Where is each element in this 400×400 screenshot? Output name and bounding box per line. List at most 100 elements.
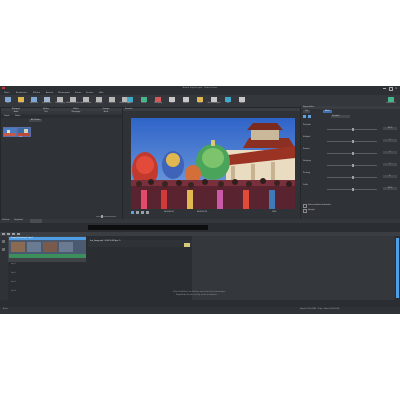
menu-file[interactable]: Datei — [4, 92, 9, 94]
property-value-input[interactable]: 100 % — [383, 127, 397, 130]
thumbnail-image — [4, 128, 16, 136]
checkbox-row[interactable]: Seitenverhältnis beibehalten — [303, 204, 398, 208]
close-icon[interactable]: × — [395, 86, 398, 90]
timeline-tool-icon[interactable] — [12, 233, 15, 235]
media-item-thumbnail[interactable] — [3, 127, 17, 137]
checkbox-row[interactable]: Spiegeln — [303, 209, 398, 213]
play-button[interactable] — [131, 211, 134, 214]
prop-tool-icon[interactable] — [303, 115, 306, 118]
next-frame-button[interactable] — [146, 211, 149, 214]
audio-button[interactable]: Audio — [236, 96, 248, 106]
save-button[interactable]: Speichern — [28, 96, 40, 106]
sound-button[interactable]: Ton — [222, 96, 234, 106]
menu-tools[interactable]: Extras — [75, 92, 81, 94]
tab-music[interactable]: Musik — [91, 111, 121, 114]
property-value-input[interactable]: 0 — [383, 151, 397, 154]
cut-button[interactable]: Ausschneiden — [80, 96, 92, 106]
properties-tabs: Clip Effekt — [301, 110, 400, 113]
subtab-videos[interactable]: Videos — [15, 115, 20, 118]
checkbox-icon[interactable] — [303, 204, 307, 208]
property-row: Kontrast 0 — [303, 148, 398, 155]
new-icon — [5, 97, 11, 102]
speed-button[interactable]: Geschwindigkeit — [207, 96, 221, 106]
delete-button[interactable]: Löschen — [106, 96, 118, 106]
export-file-icon — [44, 97, 50, 102]
timeline-mode-button[interactable] — [30, 219, 42, 223]
property-label: Größe — [303, 185, 308, 186]
cut-tool-button[interactable]: Schnitt — [180, 96, 192, 106]
import-icon — [127, 97, 133, 102]
track-lock-icon[interactable] — [2, 240, 5, 243]
property-slider-handle[interactable] — [352, 164, 354, 167]
media-item-thumbnail[interactable] — [17, 127, 31, 137]
property-slider-handle[interactable] — [352, 128, 354, 131]
effect-button[interactable]: Effekt — [138, 96, 150, 106]
property-value-input[interactable]: 0° — [383, 175, 397, 178]
property-value-input[interactable]: 0 — [383, 139, 397, 142]
property-value-input[interactable]: 100 % — [383, 187, 397, 190]
zoom-slider-handle[interactable] — [101, 215, 103, 218]
property-slider-handle[interactable] — [352, 152, 354, 155]
prop-tool-icon[interactable] — [308, 115, 311, 118]
tab-clip[interactable]: Clip — [303, 110, 311, 113]
video-clip-1-frames[interactable] — [9, 240, 86, 254]
track-label: Spur 3 — [11, 282, 16, 283]
export-button[interactable]: Exportieren — [385, 96, 397, 106]
property-slider-handle[interactable] — [352, 188, 354, 191]
previous-frame-button[interactable] — [141, 211, 144, 214]
timeline-tool-icon[interactable] — [7, 233, 10, 235]
timeline-ruler[interactable] — [88, 225, 208, 230]
menu-edit[interactable]: Bearbeiten — [16, 92, 27, 94]
zoom-level[interactable]: 100% — [272, 212, 277, 213]
stop-button[interactable] — [136, 211, 139, 214]
video-clip-2[interactable]: Fest_Umzug.mp4 – 00:00:15:08 (Spur 1) — [88, 240, 192, 247]
track-label: Spur 1 — [11, 264, 16, 265]
import-button[interactable]: Import — [124, 96, 136, 106]
menu-help[interactable]: Hilfe — [99, 92, 104, 94]
toolbar-label: Audio — [239, 103, 245, 104]
tab-timeline[interactable]: Zeitleiste — [2, 219, 9, 223]
tab-titles[interactable]: Titel — [31, 111, 61, 114]
timeline-scrollbar[interactable] — [396, 236, 399, 300]
redo-button[interactable]: Wiederherstellen — [66, 96, 80, 106]
menu-effects[interactable]: Effekte — [33, 92, 40, 94]
zoom-slider[interactable] — [96, 216, 116, 217]
title-button[interactable]: Titel — [166, 96, 178, 106]
export-file-button[interactable]: Exportieren — [41, 96, 53, 106]
cut-tool-icon — [183, 97, 189, 102]
transition-button[interactable]: Übergang — [152, 96, 164, 106]
timeline-tool-icon[interactable] — [17, 233, 20, 235]
property-row: Drehung 0° — [303, 172, 398, 179]
filter-label[interactable]: Alle Medien — [29, 119, 43, 122]
color-button[interactable]: Farbe — [194, 96, 206, 106]
menu-view[interactable]: Ansicht — [46, 92, 53, 94]
paste-button[interactable]: Einfügen — [93, 96, 105, 106]
menu-window[interactable]: Fenster — [86, 92, 93, 94]
properties-header: Eigenschaften — [301, 106, 400, 109]
audio-waveform[interactable] — [9, 254, 86, 258]
tab-transitions[interactable]: Übergänge — [61, 111, 91, 114]
property-label: Deckkraft — [303, 125, 311, 126]
minimize-icon[interactable] — [383, 88, 386, 89]
property-value-input[interactable]: 0 — [383, 163, 397, 166]
clip-frames-image — [9, 240, 86, 254]
timeline-tool-icon[interactable] — [2, 233, 5, 235]
property-slider-handle[interactable] — [352, 176, 354, 179]
sound-icon — [225, 97, 231, 102]
tab-effect[interactable]: Effekt — [323, 110, 332, 113]
subtab-project[interactable]: Projekt — [4, 115, 10, 118]
tab-audio[interactable]: Audio — [1, 111, 31, 114]
scrollbar-thumb[interactable] — [396, 238, 399, 298]
export-icon — [388, 97, 394, 102]
open-button[interactable]: Öffnen — [15, 96, 27, 106]
property-slider-handle[interactable] — [352, 140, 354, 143]
preset-dropdown[interactable]: Standard — [331, 115, 350, 118]
tab-storyboard[interactable]: Storyboard — [14, 219, 23, 223]
track-visibility-icon[interactable] — [2, 248, 5, 251]
preview-image — [131, 118, 295, 209]
new-button[interactable]: Neu — [2, 96, 14, 106]
checkbox-label: Seitenverhältnis beibehalten — [308, 205, 331, 206]
menu-playback[interactable]: Wiedergabe — [58, 92, 70, 94]
checkbox-icon[interactable] — [303, 209, 307, 213]
undo-button[interactable]: Rückgängig — [54, 96, 66, 106]
